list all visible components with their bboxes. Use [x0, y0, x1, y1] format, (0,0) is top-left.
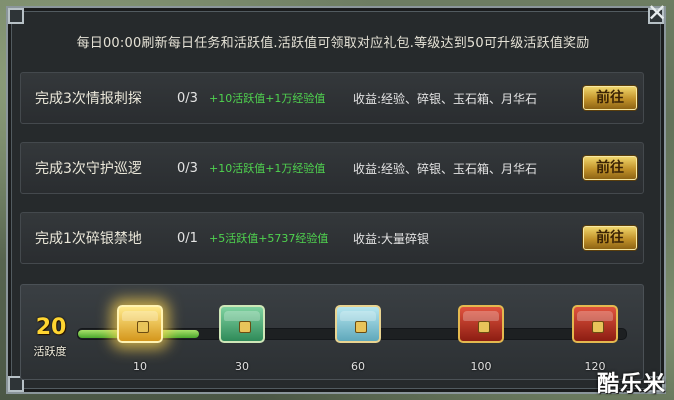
task-progress: 0/3	[177, 91, 198, 106]
activity-value: 20	[35, 315, 67, 340]
red-chest-icon[interactable]	[458, 305, 504, 343]
cyan-chest-icon[interactable]	[335, 305, 381, 343]
task-gains: 收益:经验、碎银、玉石箱、月华石	[353, 162, 538, 176]
activity-label: 活跃度	[33, 345, 67, 358]
go-button[interactable]: 前往	[583, 226, 637, 250]
task-gains: 收益:经验、碎银、玉石箱、月华石	[353, 92, 538, 106]
green-chest-icon[interactable]	[219, 305, 265, 343]
refresh-notice: 每日00:00刷新每日任务和活跃值.活跃值可领取对应礼包.等级达到50可升级活跃…	[76, 36, 590, 51]
frame-corner-ornament	[8, 8, 24, 24]
milestone-label: 10	[133, 360, 147, 373]
task-progress: 0/1	[177, 231, 198, 246]
milestone-label: 60	[351, 360, 365, 373]
task-reward: +5活跃值+5737经验值	[209, 232, 329, 245]
red-chest-icon[interactable]	[572, 305, 618, 343]
close-icon[interactable]: ✕	[644, 0, 670, 26]
go-button[interactable]: 前往	[583, 86, 637, 110]
task-reward: +10活跃值+1万经验值	[209, 92, 326, 105]
task-name: 完成1次碎银禁地	[35, 231, 142, 247]
gold-chest-icon[interactable]	[117, 305, 163, 343]
activity-progress-panel: 20 活跃度 10 30 60 100 120	[20, 284, 644, 380]
task-progress: 0/3	[177, 161, 198, 176]
task-name: 完成3次守护巡逻	[35, 161, 142, 177]
task-row: 完成1次碎银禁地 0/1 +5活跃值+5737经验值 收益:大量碎银 前往	[20, 212, 644, 264]
milestone-label: 100	[470, 360, 492, 373]
go-button[interactable]: 前往	[583, 156, 637, 180]
task-gains: 收益:大量碎银	[353, 232, 430, 246]
milestone-label: 30	[235, 360, 249, 373]
task-row: 完成3次守护巡逻 0/3 +10活跃值+1万经验值 收益:经验、碎银、玉石箱、月…	[20, 142, 644, 194]
site-watermark: 酷乐米	[596, 372, 666, 397]
task-name: 完成3次情报刺探	[35, 91, 142, 107]
task-reward: +10活跃值+1万经验值	[209, 162, 326, 175]
task-row: 完成3次情报刺探 0/3 +10活跃值+1万经验值 收益:经验、碎银、玉石箱、月…	[20, 72, 644, 124]
